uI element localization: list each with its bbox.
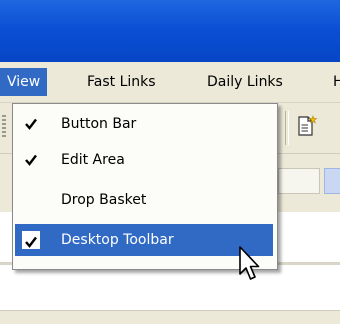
checkmark-icon bbox=[21, 150, 41, 170]
menu-daily-links[interactable]: Daily Links bbox=[200, 68, 290, 96]
menu-item-edit-area[interactable]: Edit Area bbox=[15, 144, 273, 176]
menu-item-label: Edit Area bbox=[61, 152, 125, 168]
menu-view[interactable]: View bbox=[0, 68, 48, 96]
menu-item-button-bar[interactable]: Button Bar bbox=[15, 108, 273, 140]
mouse-pointer-icon bbox=[238, 246, 264, 286]
status-strip bbox=[0, 310, 340, 324]
new-document-icon bbox=[298, 114, 318, 136]
address-field[interactable] bbox=[278, 168, 320, 194]
title-bar bbox=[0, 0, 340, 62]
toolbar-separator bbox=[285, 111, 289, 145]
checkmark-icon bbox=[21, 114, 41, 134]
menu-fast-links[interactable]: Fast Links bbox=[80, 68, 163, 96]
checkmark-icon bbox=[21, 230, 41, 250]
address-go-button[interactable] bbox=[324, 168, 340, 194]
menu-help[interactable]: H bbox=[326, 68, 340, 96]
menu-item-drop-basket[interactable]: Drop Basket bbox=[15, 184, 273, 216]
menu-bar: View Fast Links Daily Links H bbox=[0, 62, 340, 103]
new-document-button[interactable] bbox=[296, 114, 318, 137]
menu-item-label: Drop Basket bbox=[61, 192, 147, 208]
menu-item-label: Button Bar bbox=[61, 116, 137, 132]
view-menu-dropdown: Button Bar Edit Area Drop Basket Desktop… bbox=[12, 103, 278, 270]
menu-item-label: Desktop Toolbar bbox=[61, 232, 174, 248]
menu-item-desktop-toolbar[interactable]: Desktop Toolbar bbox=[15, 224, 273, 256]
toolbar-grip-icon[interactable] bbox=[2, 115, 6, 139]
